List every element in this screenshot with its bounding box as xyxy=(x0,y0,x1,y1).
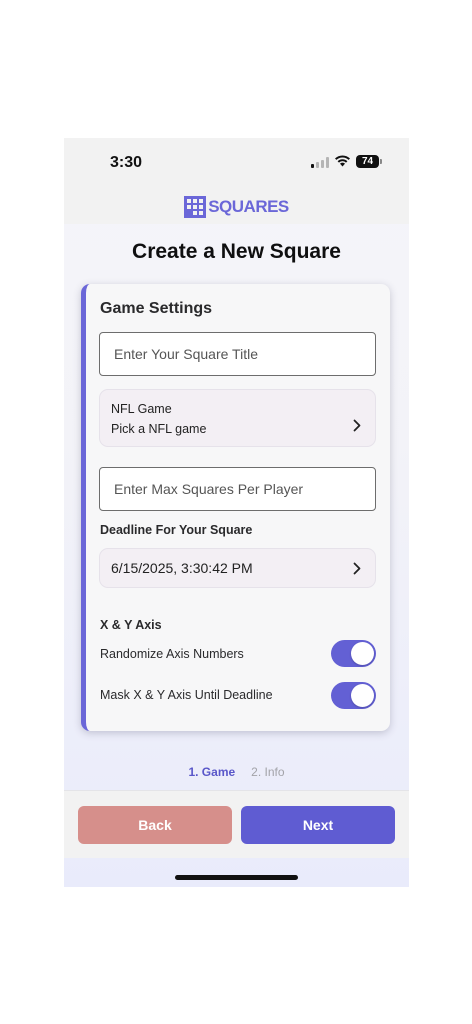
deadline-picker[interactable]: 6/15/2025, 3:30:42 PM xyxy=(99,548,376,588)
nfl-game-picker[interactable]: NFL Game Pick a NFL game xyxy=(99,389,376,447)
status-bar: 3:30 74 xyxy=(64,138,409,190)
status-time: 3:30 xyxy=(110,154,143,171)
randomize-axis-label: Randomize Axis Numbers xyxy=(100,647,244,661)
game-settings-card: Game Settings Enter Your Square Title NF… xyxy=(81,284,390,731)
wifi-icon xyxy=(335,155,350,167)
chevron-right-icon xyxy=(353,562,361,575)
back-button[interactable]: Back xyxy=(78,806,232,844)
brand-header: SQUARES xyxy=(64,190,409,224)
deadline-label: Deadline For Your Square xyxy=(100,523,253,537)
randomize-axis-toggle[interactable] xyxy=(331,640,376,667)
axis-section-label: X & Y Axis xyxy=(100,618,162,632)
home-indicator[interactable] xyxy=(175,875,298,880)
brand-logo: SQUARES xyxy=(184,196,289,218)
toggle-knob xyxy=(351,684,374,707)
footer-bar: Back Next xyxy=(64,790,409,858)
mask-axis-label: Mask X & Y Axis Until Deadline xyxy=(100,688,273,702)
mask-axis-toggle[interactable] xyxy=(331,682,376,709)
nfl-game-value: Pick a NFL game xyxy=(111,422,207,436)
next-button[interactable]: Next xyxy=(241,806,395,844)
brand-name: SQUARES xyxy=(208,197,289,216)
chevron-right-icon xyxy=(353,419,361,432)
max-squares-input[interactable]: Enter Max Squares Per Player xyxy=(99,467,376,511)
cellular-signal-icon xyxy=(311,157,329,168)
step-indicator: 1. Game 2. Info xyxy=(64,765,409,779)
squares-logo-icon xyxy=(184,196,207,218)
nfl-game-label: NFL Game xyxy=(111,402,172,416)
battery-icon: 74 xyxy=(356,155,382,168)
toggle-knob xyxy=(351,642,374,665)
card-title: Game Settings xyxy=(100,300,213,317)
app-screen: 3:30 74 SQUARES Create a New Square Game… xyxy=(64,138,409,887)
step-info: 2. Info xyxy=(251,765,285,779)
deadline-value: 6/15/2025, 3:30:42 PM xyxy=(111,560,253,576)
page-title: Create a New Square xyxy=(132,240,341,263)
max-squares-placeholder: Enter Max Squares Per Player xyxy=(114,481,304,497)
step-game: 1. Game xyxy=(188,765,236,779)
square-title-input[interactable]: Enter Your Square Title xyxy=(99,332,376,376)
square-title-placeholder: Enter Your Square Title xyxy=(114,346,258,362)
